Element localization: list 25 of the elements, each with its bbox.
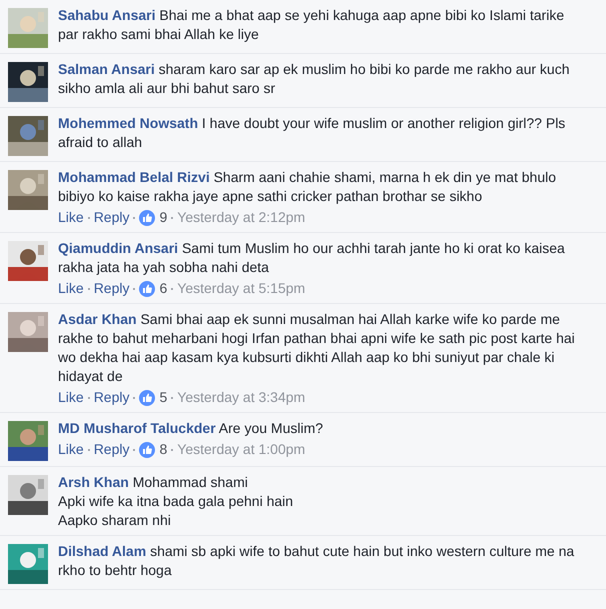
like-icon	[139, 280, 156, 296]
comment-text: Qiamuddin Ansari Sami tum Muslim ho our achhi tarah jante ho ki orat ko kaisea rakha jata ha yah sobha nahi deta	[58, 239, 566, 277]
like-link[interactable]: Like	[58, 208, 84, 227]
like-icon	[139, 210, 156, 226]
like-count: 5	[159, 388, 168, 407]
reply-link[interactable]: Reply	[94, 279, 130, 298]
like-link[interactable]: Like	[58, 388, 84, 407]
like-link[interactable]: Like	[58, 279, 84, 298]
like-icon	[139, 442, 156, 458]
reply-link[interactable]: Reply	[94, 440, 130, 459]
reply-link[interactable]: Reply	[94, 208, 130, 227]
comment-text: Salman Ansari sharam karo sar ap ek muslim ho bibi ko parde me rakho aur kuch sikho amla ali aur bhi bahut saro sr	[58, 60, 570, 98]
comment-text: Asdar Khan Sami bhai aap ek sunni musalman hai Allah karke wife ko parde me rakhe to bahut meharbani hogi Irfan pathan bhai apni wife ke sath pic post karte hai wo dekha hai aap kasam kya kubsurti dikhti Allah aap ko bhi suniyut par chale ki hidayat de	[58, 310, 576, 386]
comment-text: Mohammad Belal Rizvi Sharm aani chahie shami, marna h ek din ye mat bhulo bibiyo ko kaise rakha jaye apne sathi cricker pathan brothar se sikho	[58, 168, 557, 206]
like-icon	[139, 390, 156, 406]
like-count: 6	[159, 279, 168, 298]
comment-text: MD Musharof Taluckder Are you Muslim?	[58, 419, 324, 438]
comment-text: Mohemmed Nowsath I have doubt your wife muslim or another religion girl?? Pls afraid to allah	[58, 114, 566, 152]
like-count: 8	[159, 440, 168, 459]
comment-text: Dilshad Alam shami sb apki wife to bahut cute hain but inko western culture me na rkho to behtr hoga	[58, 542, 576, 580]
reply-link[interactable]: Reply	[94, 388, 130, 407]
comment-text: Sahabu Ansari Bhai me a bhat aap se yehi kahuga aap apne bibi ko Islami tarike par rakho sami bhai Allah ke liye	[58, 6, 566, 44]
like-link[interactable]: Like	[58, 440, 84, 459]
like-count: 9	[159, 208, 168, 227]
comment-text: Arsh Khan Mohammad shami Apki wife ka itna bada gala pehni hain Aapko sharam nhi	[58, 473, 294, 530]
